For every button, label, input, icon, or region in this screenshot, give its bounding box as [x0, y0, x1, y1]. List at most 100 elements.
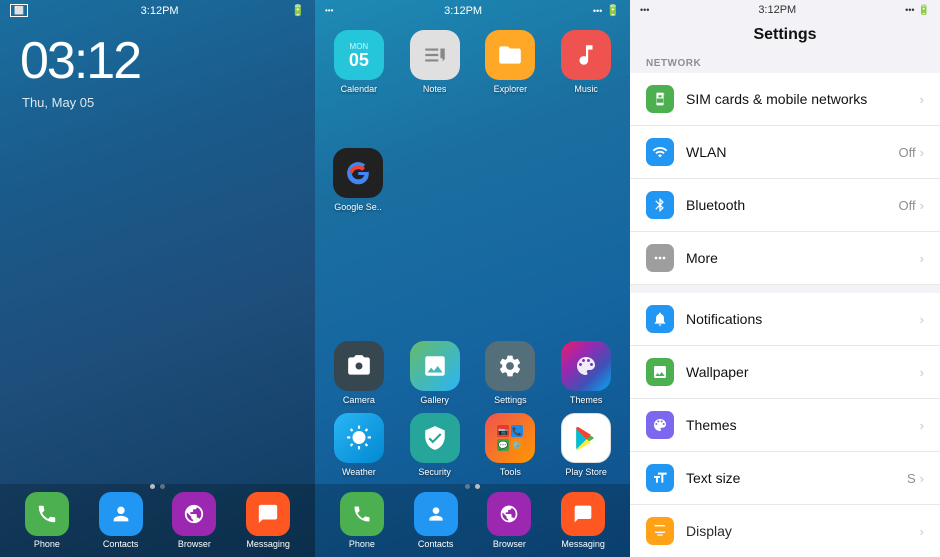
wifi-icon — [646, 138, 674, 166]
app-music[interactable]: Music — [552, 30, 620, 94]
wallpaper-icon — [646, 358, 674, 386]
app-explorer[interactable]: Explorer — [477, 30, 545, 94]
wallpaper-chevron: › — [920, 365, 924, 380]
app-play-store[interactable]: Play Store — [552, 413, 620, 477]
home-icons-top: MON 05 Calendar Notes Explorer Music — [325, 30, 620, 94]
security-icon — [410, 413, 460, 463]
dock-phone-left[interactable]: Phone — [25, 492, 69, 549]
app-themes[interactable]: Themes — [552, 341, 620, 405]
notes-label: Notes — [423, 84, 447, 94]
weather-label: Weather — [342, 467, 376, 477]
themes-settings-icon — [646, 411, 674, 439]
app-notes[interactable]: Notes — [401, 30, 469, 94]
status-icons-settings: ••• 🔋 — [905, 5, 930, 16]
battery-mid: 🔋 — [606, 4, 620, 17]
play-store-icon — [561, 413, 611, 463]
explorer-label: Explorer — [494, 84, 528, 94]
app-tools[interactable]: 📷 📞 💬 ⚙️ Tools — [477, 413, 545, 477]
music-icon — [561, 30, 611, 80]
music-label: Music — [574, 84, 598, 94]
settings-row-sim[interactable]: SIM cards & mobile networks › — [630, 73, 940, 126]
home-screen: ••• 3:12PM ••• 🔋 MON 05 Calendar Notes — [315, 0, 630, 557]
signal-right: ••• — [905, 5, 914, 15]
status-bar-left: ⬜ 3:12PM 🔋 — [0, 0, 315, 21]
dock-messaging-mid[interactable]: Messaging — [561, 492, 605, 549]
gallery-icon — [410, 341, 460, 391]
settings-row-notifications[interactable]: Notifications › — [630, 293, 940, 346]
dock-phone-label-left: Phone — [34, 539, 60, 549]
status-bar-mid: ••• 3:12PM ••• 🔋 — [315, 0, 630, 21]
settings-row-more[interactable]: More › — [630, 232, 940, 285]
signal-dots: ••• — [325, 6, 333, 15]
settings-panel: ••• 3:12PM ••• 🔋 Settings NETWORK SIM ca… — [630, 0, 940, 557]
more-icon — [646, 244, 674, 272]
app-google[interactable]: Google Se.. — [333, 148, 383, 212]
themes-settings-label: Themes — [686, 417, 916, 433]
status-screen-icon: ⬜ — [10, 4, 28, 17]
dock-messaging-left[interactable]: Messaging — [246, 492, 290, 549]
dock-contacts-left[interactable]: Contacts — [99, 492, 143, 549]
settings-row-bluetooth[interactable]: Bluetooth Off › — [630, 179, 940, 232]
settings-label: Settings — [494, 395, 527, 405]
status-icons-mid: ••• 🔋 — [593, 4, 620, 17]
phone-icon-left — [25, 492, 69, 536]
app-settings[interactable]: Settings — [477, 341, 545, 405]
settings-list: NETWORK SIM cards & mobile networks › WL… — [630, 52, 940, 557]
textsize-label: Text size — [686, 470, 907, 486]
dock-mid: Phone Contacts Browser Messaging — [315, 484, 630, 557]
textsize-chevron: › — [920, 471, 924, 486]
app-camera[interactable]: Camera — [325, 341, 393, 405]
wallpaper-label: Wallpaper — [686, 364, 916, 380]
more-label: More — [686, 250, 916, 266]
dock-phone-mid[interactable]: Phone — [340, 492, 384, 549]
settings-row-themes[interactable]: Themes › — [630, 399, 940, 452]
dock-phone-label-mid: Phone — [349, 539, 375, 549]
dock-contacts-label-mid: Contacts — [418, 539, 454, 549]
contacts-icon-left — [99, 492, 143, 536]
dock-browser-left[interactable]: Browser — [172, 492, 216, 549]
app-calendar[interactable]: MON 05 Calendar — [325, 30, 393, 94]
dock-messaging-label-mid: Messaging — [561, 539, 605, 549]
app-gallery[interactable]: Gallery — [401, 341, 469, 405]
notifications-chevron: › — [920, 312, 924, 327]
settings-row-wlan[interactable]: WLAN Off › — [630, 126, 940, 179]
wlan-label: WLAN — [686, 144, 899, 160]
settings-row-wallpaper[interactable]: Wallpaper › — [630, 346, 940, 399]
dock-contacts-mid[interactable]: Contacts — [414, 492, 458, 549]
weather-icon — [334, 413, 384, 463]
dock-contacts-label-left: Contacts — [103, 539, 139, 549]
play-store-label: Play Store — [565, 467, 607, 477]
battery-left: 🔋 — [291, 4, 305, 17]
bluetooth-value: Off — [899, 198, 916, 213]
camera-label: Camera — [343, 395, 375, 405]
themes-icon — [561, 341, 611, 391]
app-weather[interactable]: Weather — [325, 413, 393, 477]
notes-icon — [410, 30, 460, 80]
tools-label: Tools — [500, 467, 521, 477]
date-display: Thu, May 05 — [0, 91, 315, 114]
lock-screen: ⬜ 3:12PM 🔋 03:12 Thu, May 05 Phone Conta… — [0, 0, 315, 557]
textsize-value: S — [907, 471, 916, 486]
settings-icon — [485, 341, 535, 391]
display-chevron: › — [920, 524, 924, 539]
signal-mid: ••• — [593, 6, 602, 16]
status-time-settings: 3:12PM — [758, 4, 796, 16]
dock-left: Phone Contacts Browser Messaging — [0, 484, 315, 557]
browser-icon-left — [172, 492, 216, 536]
tools-icon: 📷 📞 💬 ⚙️ — [485, 413, 535, 463]
app-security[interactable]: Security — [401, 413, 469, 477]
camera-icon — [334, 341, 384, 391]
sim-chevron: › — [920, 92, 924, 107]
themes-settings-chevron: › — [920, 418, 924, 433]
status-time-mid: 3:12PM — [444, 5, 482, 17]
settings-row-display[interactable]: Display › — [630, 505, 940, 557]
wlan-value: Off — [899, 145, 916, 160]
settings-row-textsize[interactable]: Text size S › — [630, 452, 940, 505]
signal-settings: ••• — [640, 5, 649, 15]
dock-browser-mid[interactable]: Browser — [487, 492, 531, 549]
calendar-label: Calendar — [341, 84, 378, 94]
messaging-icon-mid — [561, 492, 605, 536]
display-label: Display — [686, 523, 916, 539]
status-time-left: 3:12PM — [141, 5, 179, 17]
notifications-icon — [646, 305, 674, 333]
